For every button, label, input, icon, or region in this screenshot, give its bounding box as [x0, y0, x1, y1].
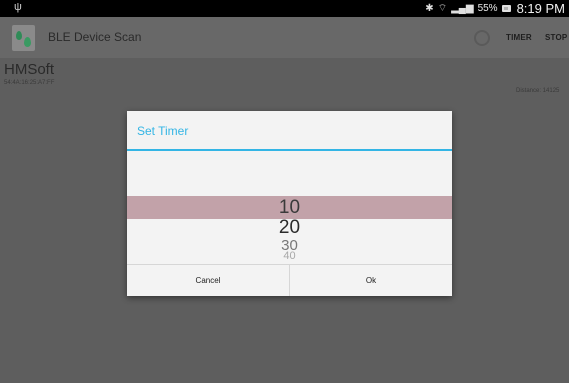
action-bar: BLE Device Scan TIMER STOP	[0, 17, 569, 58]
status-bar: ψ ✱ ⌔ ▂▄▆ 55% 8:19 PM	[0, 0, 569, 17]
timer-button[interactable]: TIMER	[506, 33, 532, 42]
status-icons: ✱ ⌔ ▂▄▆ 55% 8:19 PM	[425, 1, 565, 16]
dialog-title: Set Timer	[137, 124, 189, 138]
progress-spinner-icon	[474, 30, 490, 46]
wifi-icon: ⌔	[437, 3, 448, 14]
bluetooth-icon: ✱	[425, 3, 434, 14]
battery-icon	[501, 5, 511, 12]
device-distance: Distance: 14125	[516, 88, 560, 94]
battery-percent: 55%	[477, 3, 498, 14]
clock: 8:19 PM	[516, 1, 565, 16]
app-icon[interactable]	[12, 25, 35, 51]
ok-button[interactable]: Ok	[290, 265, 452, 296]
picker-value[interactable]: 40	[127, 251, 452, 260]
picker-value-selected[interactable]: 10	[127, 197, 452, 219]
cancel-button[interactable]: Cancel	[127, 265, 289, 296]
drop-icon	[16, 31, 22, 40]
app-title: BLE Device Scan	[48, 30, 142, 44]
stop-button[interactable]: STOP	[545, 33, 567, 42]
usb-icon: ψ	[14, 1, 22, 13]
set-timer-dialog: Set Timer 10 20 30 40 Cancel Ok	[127, 111, 452, 296]
signal-icon: ▂▄▆	[451, 3, 474, 14]
title-divider	[127, 149, 452, 151]
device-address: 54:4A:16:25:A7:FF	[4, 80, 55, 86]
picker-value[interactable]: 20	[127, 217, 452, 239]
drop-icon	[24, 37, 31, 47]
device-name: HMSoft	[4, 61, 55, 78]
